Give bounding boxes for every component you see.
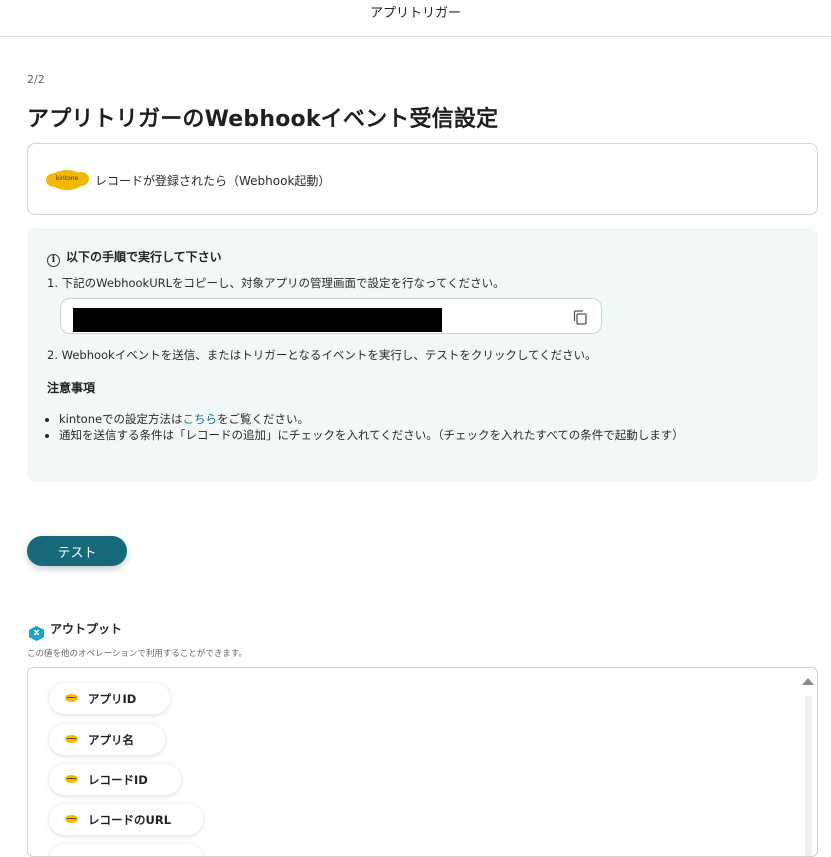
instruction-step-2: 2. Webhookイベントを送信、またはトリガーとなるイベントを実行し、テスト… — [47, 348, 597, 362]
top-bar: アプリトリガー — [0, 0, 831, 37]
copy-icon[interactable] — [573, 310, 587, 325]
webhook-url-field[interactable] — [60, 298, 602, 334]
output-heading: x アウトプット — [29, 620, 122, 641]
kintone-mini-icon — [65, 735, 78, 743]
note1-suffix: をご覧ください。 — [217, 412, 310, 426]
note1-prefix: kintoneでの設定方法は — [59, 412, 183, 426]
kintone-mini-icon — [65, 694, 78, 702]
kintone-mini-icon — [65, 815, 78, 823]
scroll-up-arrow-icon[interactable] — [802, 678, 814, 685]
output-panel: アプリID アプリ名 レコードID レコードのURL — [27, 667, 818, 857]
variable-x-icon: x — [29, 626, 44, 641]
output-chip-label: レコードID — [88, 773, 148, 787]
kintone-logo-icon: kintone — [46, 170, 89, 190]
instructions-heading-text: 以下の手順で実行して下さい — [66, 250, 222, 264]
scrollbar-track[interactable] — [805, 696, 812, 856]
instruction-step-1: 1. 下記のWebhookURLをコピーし、対象アプリの管理画面で設定を行なって… — [47, 276, 505, 290]
step-indicator: 2/2 — [27, 73, 45, 86]
scrollbar[interactable] — [802, 678, 814, 856]
info-icon: i — [47, 254, 60, 267]
output-chip-label: レコードのURL — [88, 813, 172, 827]
output-chip-label: アプリ名 — [88, 733, 134, 747]
output-chip-app-name[interactable]: アプリ名 — [49, 724, 165, 755]
page-title: アプリトリガーのWebhookイベント受信設定 — [27, 107, 499, 132]
notes-list: kintoneでの設定方法はこちらをご覧ください。 通知を送信する条件は「レコー… — [43, 411, 684, 443]
output-chip-partial[interactable] — [49, 844, 203, 856]
redacted-webhook-url — [73, 308, 442, 332]
kintone-mini-icon — [65, 775, 78, 783]
header-title: アプリトリガー — [369, 6, 461, 21]
output-chip-label: アプリID — [88, 692, 137, 706]
note-item-setup: kintoneでの設定方法はこちらをご覧ください。 — [59, 411, 684, 427]
test-button[interactable]: テスト — [27, 536, 127, 566]
output-heading-text: アウトプット — [50, 622, 123, 636]
output-note: この値を他のオペレーションで利用することができます。 — [27, 649, 247, 659]
setup-guide-link[interactable]: こちら — [183, 412, 218, 426]
notes-heading: 注意事項 — [47, 381, 96, 395]
trigger-label: レコードが登録されたら（Webhook起動） — [95, 174, 331, 188]
output-chip-app-id[interactable]: アプリID — [49, 683, 170, 714]
instructions-heading: i 以下の手順で実行して下さい — [47, 248, 222, 267]
note-item-condition: 通知を送信する条件は「レコードの追加」にチェックを入れてください。（チェックを入… — [59, 427, 684, 443]
kintone-logo-text: kintone — [55, 175, 79, 182]
trigger-card: kintone レコードが登録されたら（Webhook起動） — [27, 143, 818, 215]
instructions-panel: i 以下の手順で実行して下さい 1. 下記のWebhookURLをコピーし、対象ア… — [27, 228, 818, 482]
output-chip-record-url[interactable]: レコードのURL — [49, 804, 203, 835]
output-chip-record-id[interactable]: レコードID — [49, 764, 181, 795]
